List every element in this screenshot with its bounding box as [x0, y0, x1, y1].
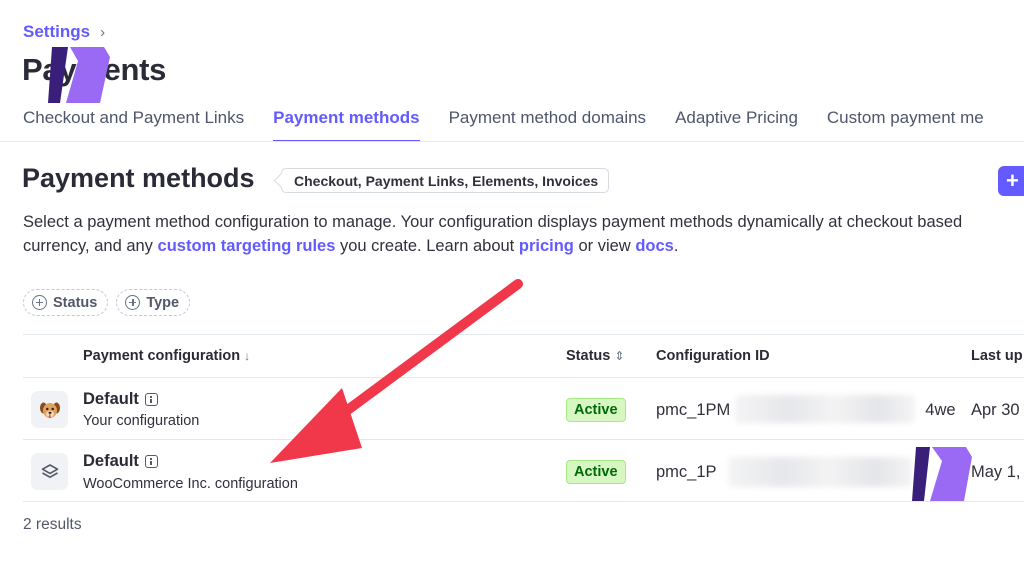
redacted-blur	[735, 395, 915, 423]
tab-payment-methods[interactable]: Payment methods	[273, 108, 420, 142]
description-text-5: .	[673, 237, 679, 255]
docs-link[interactable]: docs	[635, 237, 674, 255]
tab-adaptive-pricing[interactable]: Adaptive Pricing	[675, 108, 798, 142]
plus-icon: +	[1006, 168, 1019, 193]
sort-down-icon: ↓	[244, 349, 251, 363]
tab-payment-method-domains[interactable]: Payment method domains	[449, 108, 647, 142]
configuration-name: Default	[83, 452, 139, 470]
configuration-name: Default	[83, 390, 139, 408]
column-header-label: Payment configuration	[83, 348, 241, 364]
row-title[interactable]: Default	[83, 390, 158, 409]
description-text-4: or view	[573, 237, 636, 255]
description-text-3: you create. Learn about	[335, 237, 519, 255]
description-text-1: Select a payment method configuration to…	[23, 213, 963, 231]
status-filter-button[interactable]: Status	[23, 289, 109, 316]
dog-avatar-icon	[31, 391, 68, 428]
redacted-blur	[728, 457, 912, 487]
status-badge: Active	[566, 460, 626, 484]
breadcrumb: Settings ›	[23, 22, 105, 42]
type-filter-button[interactable]: Type	[116, 289, 191, 316]
section-title: Payment methods	[22, 163, 255, 193]
plus-circle-icon	[125, 295, 141, 310]
row-subtitle: Your configuration	[83, 413, 200, 429]
type-filter-label: Type	[146, 294, 180, 311]
configuration-id-prefix: pmc_1P	[656, 463, 717, 481]
breadcrumb-separator: ›	[100, 23, 106, 41]
column-header-label: Status	[566, 348, 611, 364]
row-title[interactable]: Default	[83, 452, 158, 471]
add-configuration-button[interactable]: +	[998, 166, 1024, 196]
table-bottom-border	[23, 501, 1024, 502]
status-badge: Active	[566, 398, 626, 422]
last-updated: May 1,	[971, 463, 1021, 481]
row-subtitle: WooCommerce Inc. configuration	[83, 476, 298, 492]
column-header-configuration-id: Configuration ID	[656, 348, 770, 364]
watermark-logo-icon	[48, 47, 110, 103]
configuration-id-prefix: pmc_1PM	[656, 401, 731, 419]
tab-bar: Checkout and Payment Links Payment metho…	[23, 108, 1024, 142]
info-icon[interactable]	[144, 455, 158, 468]
results-count: 2 results	[23, 516, 82, 533]
plus-circle-icon	[32, 295, 47, 310]
column-header-status[interactable]: Status ⇕	[566, 348, 624, 364]
table-header-divider	[23, 377, 1024, 378]
tab-checkout-and-payment-links[interactable]: Checkout and Payment Links	[23, 108, 244, 142]
column-header-payment-configuration[interactable]: Payment configuration ↓	[83, 348, 250, 364]
tab-custom-payment-methods[interactable]: Custom payment me	[827, 108, 984, 142]
info-icon[interactable]	[144, 393, 158, 406]
last-updated: Apr 30	[971, 401, 1020, 419]
table-top-border	[23, 334, 1024, 335]
table-row-divider	[23, 439, 1024, 440]
watermark-logo-icon	[912, 447, 972, 501]
pricing-link[interactable]: pricing	[519, 237, 574, 255]
description-text-2: currency, and any	[23, 237, 158, 255]
breadcrumb-settings-link[interactable]: Settings	[23, 22, 90, 42]
section-description: Select a payment method configuration to…	[23, 210, 1024, 258]
status-filter-label: Status	[53, 294, 98, 311]
scope-badge: Checkout, Payment Links, Elements, Invoi…	[281, 168, 610, 193]
tabs-divider	[0, 141, 1024, 142]
sort-toggle-icon: ⇕	[614, 349, 625, 363]
configuration-id-suffix: 4we	[925, 401, 956, 419]
filter-bar: Status Type	[23, 289, 191, 316]
column-header-last-updated[interactable]: Last up	[971, 348, 1023, 364]
configuration-id: pmc_1P	[656, 463, 717, 482]
custom-targeting-rules-link[interactable]: custom targeting rules	[158, 237, 336, 255]
layers-icon	[31, 453, 68, 490]
